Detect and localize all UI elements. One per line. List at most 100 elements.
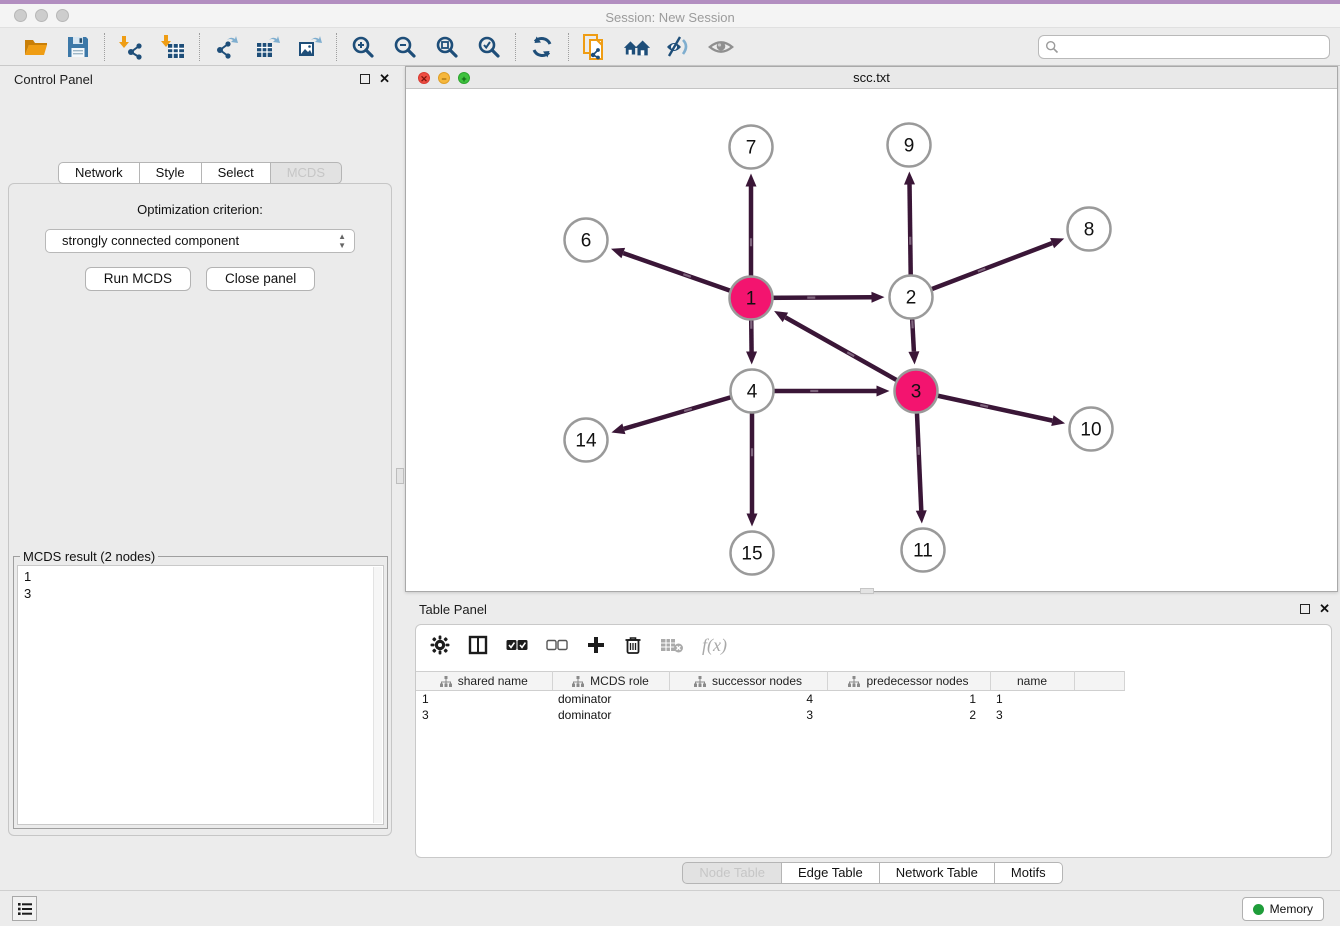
search-input[interactable] [1038,35,1330,59]
graph-node-14[interactable]: 14 [565,419,608,462]
graph-node-15[interactable]: 15 [731,532,774,575]
col-mcds-role[interactable]: MCDS role [552,672,669,691]
graph-edge-arrowhead [611,424,625,435]
col-shared-name[interactable]: shared name [416,672,552,691]
graph-node-11[interactable]: 11 [902,529,945,572]
graph-node-1[interactable]: 1 [730,277,773,320]
graph-node-8[interactable]: 8 [1068,208,1111,251]
add-column-icon[interactable] [586,635,606,655]
close-panel-button[interactable]: Close panel [206,267,315,291]
table-row[interactable]: 3 dominator 3 2 3 [416,707,1124,723]
show-columns-icon[interactable] [468,635,488,655]
import-table-icon[interactable] [159,33,187,61]
memory-button[interactable]: Memory [1242,897,1324,921]
export-image-icon[interactable] [296,33,324,61]
mcds-scrollbar[interactable] [373,567,382,823]
deselect-all-icon[interactable] [546,638,568,652]
zoom-selected-icon[interactable] [475,33,503,61]
run-mcds-button[interactable]: Run MCDS [85,267,191,291]
refresh-icon[interactable] [528,33,556,61]
open-session-icon[interactable] [22,33,50,61]
network-close-icon[interactable]: ✕ [418,72,430,84]
float-panel-icon[interactable] [360,74,370,84]
control-panel-header: Control Panel ✕ [0,66,400,94]
app-title: Session: New Session [0,8,1340,28]
col-name[interactable]: name [990,672,1074,691]
svg-text:7: 7 [746,138,757,159]
close-panel-icon[interactable]: ✕ [379,73,390,85]
network-window-titlebar[interactable]: scc.txt ✕ − + [406,67,1337,89]
tab-network-table[interactable]: Network Table [880,862,995,884]
graph-node-10[interactable]: 10 [1070,408,1113,451]
delete-column-icon[interactable] [624,635,642,655]
float-table-panel-icon[interactable] [1300,604,1310,614]
select-stepper-icon: ▲▼ [338,232,346,250]
graph-node-9[interactable]: 9 [888,124,931,167]
network-window-title: scc.txt [406,67,1337,89]
control-panel-tabs: Network Style Select MCDS [0,162,400,184]
zoom-in-icon[interactable] [349,33,377,61]
memory-status-icon [1253,904,1264,915]
home-icon[interactable] [623,33,651,61]
status-bar: Memory [0,890,1340,926]
copy-network-icon[interactable] [581,33,609,61]
birds-eye-view-icon[interactable] [707,33,735,61]
graph-node-7[interactable]: 7 [730,126,773,169]
table-row[interactable]: 1 dominator 4 1 1 [416,691,1124,708]
graph-edge-arrowhead [916,510,927,523]
panel-splitter-grip[interactable] [396,468,404,484]
hide-graphics-details-icon[interactable] [665,33,693,61]
graph-edge-arrowhead [1051,415,1065,426]
function-builder-icon: f(x) [702,635,727,656]
col-predecessor-nodes[interactable]: predecessor nodes [827,672,990,691]
tab-mcds[interactable]: MCDS [271,162,342,184]
export-table-icon[interactable] [254,33,282,61]
network-maximize-icon[interactable]: + [458,72,470,84]
graph-node-6[interactable]: 6 [565,219,608,262]
mcds-result-line: 3 [24,585,383,602]
save-session-icon[interactable] [64,33,92,61]
import-network-icon[interactable] [117,33,145,61]
graph-node-3[interactable]: 3 [895,370,938,413]
delete-table-icon [660,636,684,654]
node-table[interactable]: shared name MCDS role successor nodes pr… [416,671,1125,723]
col-successor-nodes[interactable]: successor nodes [669,672,827,691]
graph-edge-arrowhead [746,174,757,187]
tab-node-table[interactable]: Node Table [682,862,782,884]
table-panel: Table Panel ✕ [405,596,1340,890]
mcds-result-list[interactable]: 1 3 [17,565,384,825]
list-icon [17,902,33,916]
table-settings-icon[interactable] [430,635,450,655]
tab-select[interactable]: Select [202,162,271,184]
table-panel-content: f(x) shared name MCDS role [415,624,1332,858]
svg-text:8: 8 [1084,220,1095,241]
zoom-fit-icon[interactable] [433,33,461,61]
export-network-icon[interactable] [212,33,240,61]
criterion-value: strongly connected component [62,233,239,248]
network-view-window: scc.txt ✕ − + 7 9 6 8 1 2 4 3 14 10 15 11 [405,66,1338,592]
graph-edge-arrowhead [871,292,884,303]
criterion-select[interactable]: strongly connected component ▲▼ [45,229,355,253]
tab-style[interactable]: Style [140,162,202,184]
tab-edge-table[interactable]: Edge Table [782,862,880,884]
tab-network[interactable]: Network [58,162,140,184]
graph-edge-arrowhead [877,386,890,397]
search-field-wrap [1038,35,1330,59]
memory-label: Memory [1270,902,1313,916]
close-table-panel-icon[interactable]: ✕ [1319,603,1330,615]
mcds-tab-content: Optimization criterion: strongly connect… [8,183,392,836]
select-all-icon[interactable] [506,638,528,652]
graph-node-4[interactable]: 4 [731,370,774,413]
tab-motifs[interactable]: Motifs [995,862,1063,884]
zoom-out-icon[interactable] [391,33,419,61]
graph-node-2[interactable]: 2 [890,276,933,319]
table-toolbar: f(x) [416,625,1331,665]
svg-text:2: 2 [906,288,917,309]
network-canvas[interactable]: 7 9 6 8 1 2 4 3 14 10 15 11 [406,89,1337,591]
task-history-button[interactable] [12,896,37,921]
column-tree-icon [848,676,860,687]
table-splitter-grip[interactable] [860,588,874,594]
graph-edge-arrowhead [746,351,757,364]
svg-text:9: 9 [904,136,915,157]
network-minimize-icon[interactable]: − [438,72,450,84]
